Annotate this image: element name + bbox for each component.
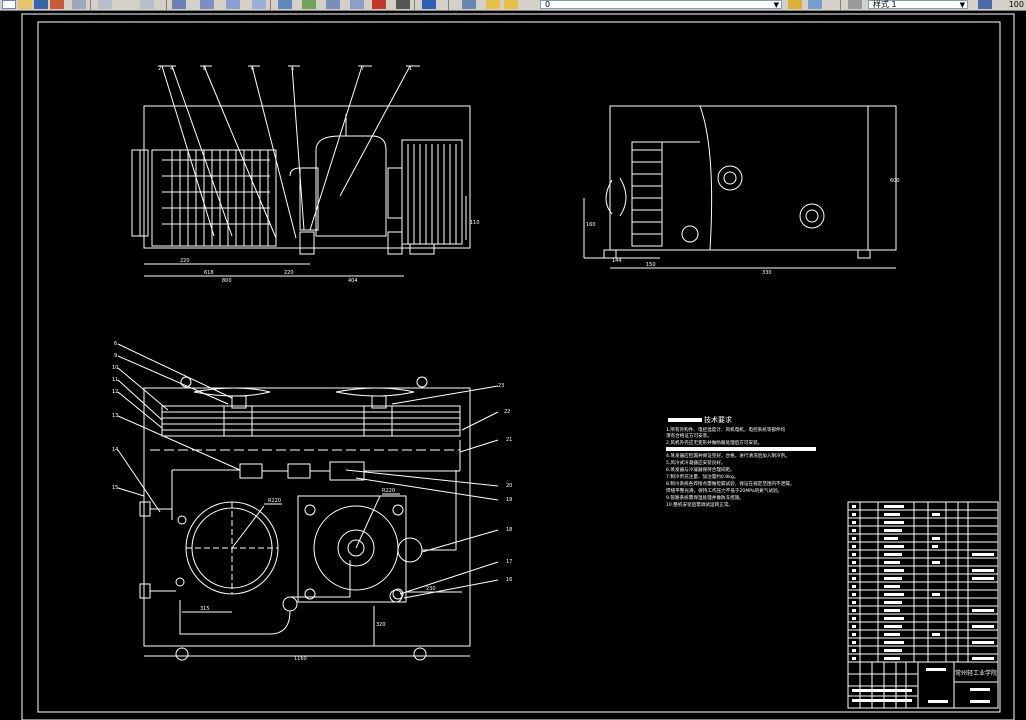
leader-number: 6: [251, 66, 254, 72]
leader-number: 23: [498, 383, 504, 389]
leader-number: 10: [112, 365, 118, 371]
leader-number: 11: [112, 377, 118, 383]
leader-number: 1: [409, 66, 412, 72]
radius-label: R220: [268, 498, 281, 504]
tech-line: 5.风冷式冷凝器应安装良好。: [666, 459, 726, 466]
tech-line: 须有合格证方可安装。: [666, 432, 712, 439]
tech-line: 10.整机安装后需调试运转正常。: [666, 501, 733, 508]
leader-number: 20: [506, 483, 512, 489]
dim-label: 404: [348, 278, 358, 284]
cad-canvas[interactable]: 2 4 8 6 5 7 1 220 618 800 220 404 110 14…: [0, 0, 1026, 720]
leader-number: 18: [506, 527, 512, 533]
plan-view: [117, 343, 499, 661]
radius-label: R220: [382, 488, 395, 494]
leader-number: 21: [506, 437, 512, 443]
dim-label: 160: [586, 222, 596, 228]
leader-number: 19: [506, 497, 512, 503]
tech-line: 9.管路系统需保温处理并做防冻措施。: [666, 494, 744, 501]
dim-label: 330: [762, 270, 772, 276]
leader-number: 9: [114, 353, 117, 359]
leader-number: 7: [361, 66, 364, 72]
leader-number: 15: [112, 485, 118, 491]
tech-line: 焊缝平整光滑，保持工作压力不低于20MPa的氮气试验。: [666, 487, 782, 494]
tech-line: 6.蒸发器与冷凝器保持合理间距。: [666, 466, 735, 473]
dim-label: 800: [222, 278, 232, 284]
dim-label: 110: [470, 220, 480, 226]
leader-number: 14: [112, 447, 118, 453]
side-view: [583, 105, 897, 269]
leader-number: 16: [506, 577, 512, 583]
dim-label: 230: [426, 586, 436, 592]
tech-requirements: 技术要求 1.所有外购件、电控温度计、风机电机，电控系统等部件均 须有合格证方可…: [666, 415, 816, 508]
leader-number: 4: [170, 66, 173, 72]
leader-number: 22: [504, 409, 510, 415]
leader-number: 2: [158, 66, 161, 72]
dim-label: 618: [204, 270, 214, 276]
leader-number: 12: [112, 389, 118, 395]
tech-line: 1.所有外购件、电控温度计、风机电机，电控系统等部件均: [666, 426, 786, 433]
front-view-labels: 2 4 8 6 5 7 1 220 618 800 220 404 110: [158, 66, 480, 284]
title-block: [847, 501, 999, 709]
leader-number: 8: [203, 66, 206, 72]
tech-line: 2.风机外壳应无变形并做防腐处理后方可安装。: [666, 439, 762, 446]
dim-label: 320: [376, 622, 386, 628]
drawing-inner-frame: [37, 21, 1001, 713]
dim-label: 315: [200, 606, 210, 612]
leader-number: 13: [112, 413, 118, 419]
dim-label: 600: [890, 178, 900, 184]
condenser-fins-left: [171, 150, 269, 246]
dim-label: 150: [646, 262, 656, 268]
dim-label: 220: [284, 270, 294, 276]
tech-line: 7.制冷剂充注量、加注量约0.8kg。: [666, 473, 738, 480]
dim-label: 220: [180, 258, 190, 264]
school-name: 常州轻工业学院: [955, 669, 997, 677]
dim-label: 144: [612, 258, 622, 264]
tech-line: 4.蒸发器应检漏并保证完好，合格，进行清洗后加入制冷剂。: [666, 452, 790, 459]
leader-number: 5: [291, 66, 294, 72]
tech-line: 8.制冷系统各焊接点需做检漏试验，保证在规定范围内不泄漏，: [666, 480, 794, 487]
leader-number: 17: [506, 559, 512, 565]
tech-requirements-title: 技术要求: [704, 415, 732, 424]
dim-label: 1160: [294, 656, 307, 662]
leader-number: 6: [114, 341, 117, 347]
front-view: [131, 65, 471, 277]
side-view-labels: 144 150 330 160 600: [586, 178, 900, 276]
